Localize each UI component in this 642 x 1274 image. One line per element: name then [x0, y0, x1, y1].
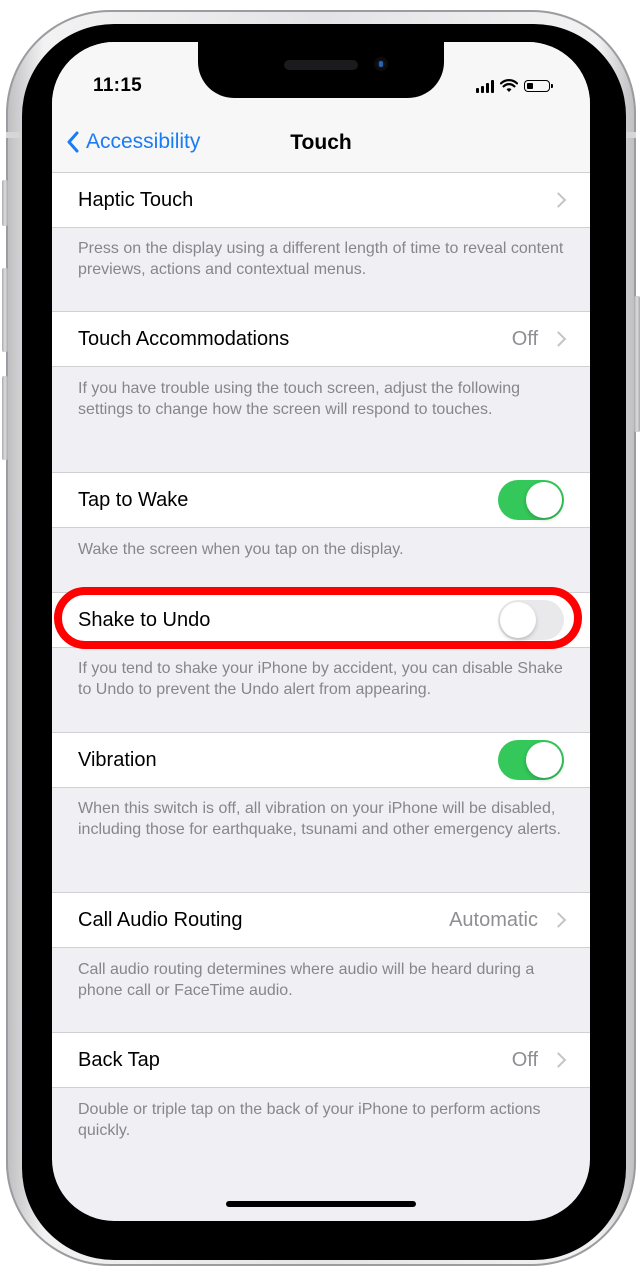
chevron-right-icon [550, 912, 567, 928]
page-title: Touch [290, 131, 352, 154]
setting-label: Shake to Undo [78, 608, 211, 631]
setting-footer: Double or triple tap on the back of your… [78, 1101, 541, 1139]
setting-footer: If you have trouble using the touch scre… [78, 380, 521, 418]
notch [198, 42, 444, 98]
speaker-grille [284, 60, 358, 70]
shake-to-undo-toggle[interactable] [498, 600, 564, 640]
setting-value: Off [511, 1048, 538, 1071]
setting-value: Off [511, 327, 538, 350]
setting-label: Back Tap [78, 1048, 160, 1071]
status-time: 11:15 [93, 75, 143, 96]
setting-row-back-tap[interactable]: Back Tap Off [52, 1032, 590, 1088]
setting-footer: Call audio routing determines where audi… [78, 961, 535, 999]
status-icons [476, 77, 553, 95]
setting-row-vibration: Vibration [52, 732, 590, 788]
chevron-right-icon [550, 1052, 567, 1068]
setting-label: Call Audio Routing [78, 908, 243, 931]
setting-value: Automatic [449, 908, 538, 931]
setting-row-haptic-touch[interactable]: Haptic Touch [52, 172, 590, 228]
setting-footer: If you tend to shake your iPhone by acci… [78, 660, 563, 698]
battery-low-icon [524, 80, 553, 92]
setting-label: Touch Accommodations [78, 327, 290, 350]
tap-to-wake-toggle[interactable] [498, 480, 564, 520]
setting-row-call-audio-routing[interactable]: Call Audio Routing Automatic [52, 892, 590, 948]
screen: 11:15 Accessibility Touch Haptic Touch P… [52, 42, 590, 1221]
setting-label: Haptic Touch [78, 188, 194, 211]
cellular-signal-icon [476, 79, 494, 93]
wifi-icon [500, 79, 518, 92]
setting-row-touch-accommodations[interactable]: Touch Accommodations Off [52, 311, 590, 367]
chevron-right-icon [550, 331, 567, 347]
setting-row-shake-to-undo: Shake to Undo [52, 592, 590, 648]
setting-footer: When this switch is off, all vibration o… [78, 800, 561, 838]
setting-footer: Press on the display using a different l… [78, 240, 564, 278]
front-camera [374, 57, 388, 71]
vibration-toggle[interactable] [498, 740, 564, 780]
setting-label: Tap to Wake [78, 488, 189, 511]
chevron-right-icon [550, 192, 567, 208]
setting-row-tap-to-wake: Tap to Wake [52, 472, 590, 528]
home-indicator[interactable] [226, 1201, 416, 1207]
setting-label: Vibration [78, 748, 157, 771]
setting-footer: Wake the screen when you tap on the disp… [78, 541, 404, 558]
